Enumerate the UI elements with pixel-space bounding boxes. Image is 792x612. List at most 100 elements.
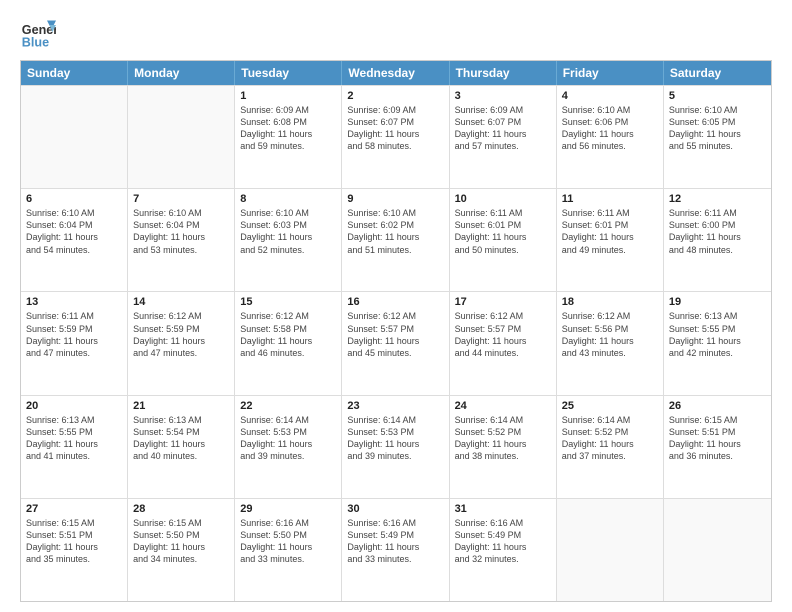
day-number: 21 <box>133 400 229 412</box>
calendar-cell: 15Sunrise: 6:12 AMSunset: 5:58 PMDayligh… <box>235 292 342 394</box>
day-number: 2 <box>347 90 443 102</box>
day-number: 28 <box>133 503 229 515</box>
calendar-cell: 24 Sunrise: 6:14 AMSunset: 5:52 PMDayligh… <box>450 396 557 498</box>
day-number: 19 <box>669 296 766 308</box>
calendar-cell: 22Sunrise: 6:14 AMSunset: 5:53 PMDayligh… <box>235 396 342 498</box>
calendar-cell: 26 Sunrise: 6:15 AMSunset: 5:51 PMDayligh… <box>664 396 771 498</box>
day-info: Sunrise: 6:12 AMSunset: 5:56 PMDaylight:… <box>562 310 658 359</box>
day-info: Sunrise: 6:10 AMSunset: 6:02 PMDaylight:… <box>347 207 443 256</box>
weekday-header: Sunday <box>21 61 128 85</box>
calendar-cell: 8Sunrise: 6:10 AMSunset: 6:03 PMDaylight… <box>235 189 342 291</box>
calendar-cell: 29 Sunrise: 6:16 AMSunset: 5:50 PMDayligh… <box>235 499 342 601</box>
calendar-cell: 5Sunrise: 6:10 AMSunset: 6:05 PMDaylight… <box>664 86 771 188</box>
day-number: 13 <box>26 296 122 308</box>
day-number: 12 <box>669 193 766 205</box>
day-info: Sunrise: 6:15 AMSunset: 5:51 PMDaylight:… <box>669 414 766 463</box>
day-info: Sunrise: 6:16 AMSunset: 5:49 PMDaylight:… <box>347 517 443 566</box>
day-info: Sunrise: 6:10 AMSunset: 6:06 PMDaylight:… <box>562 104 658 153</box>
day-info: Sunrise: 6:12 AMSunset: 5:59 PMDaylight:… <box>133 310 229 359</box>
calendar-cell: 3 Sunrise: 6:09 AMSunset: 6:07 PMDaylight… <box>450 86 557 188</box>
calendar-cell: 13 Sunrise: 6:11 AMSunset: 5:59 PMDayligh… <box>21 292 128 394</box>
day-number: 20 <box>26 400 122 412</box>
day-info: Sunrise: 6:14 AMSunset: 5:52 PMDaylight:… <box>562 414 658 463</box>
calendar-cell: 20 Sunrise: 6:13 AMSunset: 5:55 PMDayligh… <box>21 396 128 498</box>
day-number: 24 <box>455 400 551 412</box>
day-info: Sunrise: 6:11 AMSunset: 6:01 PMDaylight:… <box>455 207 551 256</box>
day-number: 26 <box>669 400 766 412</box>
calendar-cell <box>21 86 128 188</box>
day-number: 11 <box>562 193 658 205</box>
day-info: Sunrise: 6:14 AMSunset: 5:52 PMDaylight:… <box>455 414 551 463</box>
weekday-header: Thursday <box>450 61 557 85</box>
day-number: 16 <box>347 296 443 308</box>
calendar-cell: 9 Sunrise: 6:10 AMSunset: 6:02 PMDaylight… <box>342 189 449 291</box>
day-info: Sunrise: 6:16 AMSunset: 5:50 PMDaylight:… <box>240 517 336 566</box>
day-number: 18 <box>562 296 658 308</box>
weekday-header: Wednesday <box>342 61 449 85</box>
header: General Blue <box>20 16 772 52</box>
day-info: Sunrise: 6:09 AMSunset: 6:07 PMDaylight:… <box>347 104 443 153</box>
calendar-cell: 25 Sunrise: 6:14 AMSunset: 5:52 PMDayligh… <box>557 396 664 498</box>
day-number: 14 <box>133 296 229 308</box>
logo: General Blue <box>20 16 56 52</box>
page: General Blue SundayMondayTuesdayWednesda… <box>0 0 792 612</box>
calendar-cell: 17Sunrise: 6:12 AMSunset: 5:57 PMDayligh… <box>450 292 557 394</box>
calendar-cell: 18 Sunrise: 6:12 AMSunset: 5:56 PMDayligh… <box>557 292 664 394</box>
day-info: Sunrise: 6:12 AMSunset: 5:57 PMDaylight:… <box>347 310 443 359</box>
weekday-header: Saturday <box>664 61 771 85</box>
calendar-row: 1Sunrise: 6:09 AMSunset: 6:08 PMDaylight… <box>21 85 771 188</box>
svg-text:Blue: Blue <box>22 36 49 50</box>
calendar-cell: 31 Sunrise: 6:16 AMSunset: 5:49 PMDayligh… <box>450 499 557 601</box>
calendar-cell: 2 Sunrise: 6:09 AMSunset: 6:07 PMDaylight… <box>342 86 449 188</box>
calendar-cell: 12 Sunrise: 6:11 AMSunset: 6:00 PMDayligh… <box>664 189 771 291</box>
calendar-cell: 30 Sunrise: 6:16 AMSunset: 5:49 PMDayligh… <box>342 499 449 601</box>
calendar-row: 13 Sunrise: 6:11 AMSunset: 5:59 PMDayligh… <box>21 291 771 394</box>
calendar-row: 20 Sunrise: 6:13 AMSunset: 5:55 PMDayligh… <box>21 395 771 498</box>
day-info: Sunrise: 6:10 AMSunset: 6:03 PMDaylight:… <box>240 207 336 256</box>
calendar-cell: 27Sunrise: 6:15 AMSunset: 5:51 PMDayligh… <box>21 499 128 601</box>
day-info: Sunrise: 6:14 AMSunset: 5:53 PMDaylight:… <box>347 414 443 463</box>
day-info: Sunrise: 6:15 AMSunset: 5:50 PMDaylight:… <box>133 517 229 566</box>
weekday-header: Tuesday <box>235 61 342 85</box>
calendar-row: 27Sunrise: 6:15 AMSunset: 5:51 PMDayligh… <box>21 498 771 601</box>
day-info: Sunrise: 6:10 AMSunset: 6:04 PMDaylight:… <box>26 207 122 256</box>
day-info: Sunrise: 6:11 AMSunset: 5:59 PMDaylight:… <box>26 310 122 359</box>
calendar-cell: 6 Sunrise: 6:10 AMSunset: 6:04 PMDaylight… <box>21 189 128 291</box>
calendar-cell <box>128 86 235 188</box>
calendar-cell: 23 Sunrise: 6:14 AMSunset: 5:53 PMDayligh… <box>342 396 449 498</box>
day-info: Sunrise: 6:09 AMSunset: 6:08 PMDaylight:… <box>240 104 336 153</box>
day-info: Sunrise: 6:15 AMSunset: 5:51 PMDaylight:… <box>26 517 122 566</box>
day-number: 9 <box>347 193 443 205</box>
day-number: 25 <box>562 400 658 412</box>
day-number: 29 <box>240 503 336 515</box>
calendar-cell: 14 Sunrise: 6:12 AMSunset: 5:59 PMDayligh… <box>128 292 235 394</box>
day-info: Sunrise: 6:09 AMSunset: 6:07 PMDaylight:… <box>455 104 551 153</box>
day-info: Sunrise: 6:14 AMSunset: 5:53 PMDaylight:… <box>240 414 336 463</box>
day-info: Sunrise: 6:12 AMSunset: 5:57 PMDaylight:… <box>455 310 551 359</box>
calendar-cell: 16 Sunrise: 6:12 AMSunset: 5:57 PMDayligh… <box>342 292 449 394</box>
calendar-cell: 11 Sunrise: 6:11 AMSunset: 6:01 PMDayligh… <box>557 189 664 291</box>
calendar-cell <box>557 499 664 601</box>
calendar-cell: 19 Sunrise: 6:13 AMSunset: 5:55 PMDayligh… <box>664 292 771 394</box>
day-number: 4 <box>562 90 658 102</box>
day-number: 6 <box>26 193 122 205</box>
calendar-cell: 28 Sunrise: 6:15 AMSunset: 5:50 PMDayligh… <box>128 499 235 601</box>
calendar-cell: 7Sunrise: 6:10 AMSunset: 6:04 PMDaylight… <box>128 189 235 291</box>
calendar-cell: 1Sunrise: 6:09 AMSunset: 6:08 PMDaylight… <box>235 86 342 188</box>
day-info: Sunrise: 6:13 AMSunset: 5:54 PMDaylight:… <box>133 414 229 463</box>
calendar-cell: 4 Sunrise: 6:10 AMSunset: 6:06 PMDaylight… <box>557 86 664 188</box>
weekday-header: Friday <box>557 61 664 85</box>
weekday-header: Monday <box>128 61 235 85</box>
calendar-row: 6 Sunrise: 6:10 AMSunset: 6:04 PMDaylight… <box>21 188 771 291</box>
day-number: 3 <box>455 90 551 102</box>
day-number: 7 <box>133 193 229 205</box>
day-info: Sunrise: 6:11 AMSunset: 6:00 PMDaylight:… <box>669 207 766 256</box>
day-info: Sunrise: 6:13 AMSunset: 5:55 PMDaylight:… <box>669 310 766 359</box>
day-info: Sunrise: 6:10 AMSunset: 6:05 PMDaylight:… <box>669 104 766 153</box>
day-number: 23 <box>347 400 443 412</box>
day-info: Sunrise: 6:16 AMSunset: 5:49 PMDaylight:… <box>455 517 551 566</box>
day-number: 31 <box>455 503 551 515</box>
day-number: 30 <box>347 503 443 515</box>
day-info: Sunrise: 6:11 AMSunset: 6:01 PMDaylight:… <box>562 207 658 256</box>
day-info: Sunrise: 6:13 AMSunset: 5:55 PMDaylight:… <box>26 414 122 463</box>
